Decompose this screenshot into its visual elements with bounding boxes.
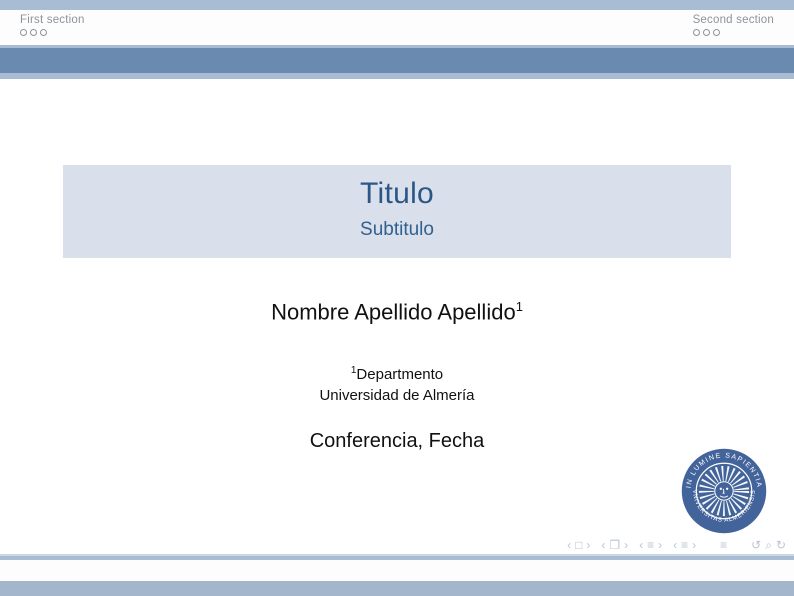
back-icon[interactable]: ↺ <box>751 539 761 551</box>
author-name-text: Nombre Apellido Apellido <box>271 299 516 324</box>
frame-dot[interactable] <box>20 29 27 36</box>
frame-dot[interactable] <box>713 29 720 36</box>
seal-face-eye <box>726 488 728 490</box>
institute-line2: Universidad de Almería <box>0 385 794 406</box>
beamer-title-slide: First section Second section Titulo Subt… <box>0 0 794 596</box>
nav-group-frame: ‹ ❐ › <box>601 539 628 551</box>
nav-group-section: ‹ ≡ › <box>673 539 696 551</box>
subsection-icon[interactable]: ≡ <box>647 539 654 551</box>
section-frame-dots <box>693 29 774 36</box>
nav-section-second[interactable]: Second section <box>693 14 774 36</box>
nav-group-presentation: ≡ <box>720 539 727 551</box>
footer-bottom-bar <box>0 581 794 596</box>
nav-group-subsection: ‹ ≡ › <box>639 539 662 551</box>
conference-date: Conferencia, Fecha <box>0 430 794 453</box>
frame-dot[interactable] <box>30 29 37 36</box>
next-subsection-icon[interactable]: › <box>658 539 662 551</box>
next-section-icon[interactable]: › <box>692 539 696 551</box>
section-icon[interactable]: ≡ <box>681 539 688 551</box>
prev-frame-icon[interactable]: ‹ <box>601 539 605 551</box>
section-label[interactable]: Second section <box>693 14 774 26</box>
slide-subtitle: Subtitulo <box>63 219 731 241</box>
seal-face-eye <box>720 488 722 490</box>
institute-department: Departmento <box>356 366 443 383</box>
frame-dot[interactable] <box>40 29 47 36</box>
section-label[interactable]: First section <box>20 14 85 26</box>
beamer-navigation-bar: ‹ □ › ‹ ❐ › ‹ ≡ › ‹ ≡ › ≡ ↺ ⌕ ↻ <box>556 539 786 551</box>
section-frame-dots <box>20 29 85 36</box>
author-name: Nombre Apellido Apellido1 <box>0 299 794 325</box>
institute-line1: 1Departmento <box>0 360 794 385</box>
universidad-almeria-seal-logo: IN LUMINE SAPIENTIA VNIVERSITAS ALMERIEN… <box>680 447 768 535</box>
header-navigation-strip: First section Second section <box>0 10 794 45</box>
slide-icon[interactable]: □ <box>575 539 582 551</box>
search-icon[interactable]: ⌕ <box>765 539 772 551</box>
prev-section-icon[interactable]: ‹ <box>673 539 677 551</box>
next-frame-icon[interactable]: › <box>624 539 628 551</box>
nav-group-history: ↺ ⌕ ↻ <box>751 539 786 551</box>
prev-slide-icon[interactable]: ‹ <box>567 539 571 551</box>
header-blue-band <box>0 48 794 73</box>
frame-dot[interactable] <box>693 29 700 36</box>
header-top-bar <box>0 0 794 10</box>
prev-subsection-icon[interactable]: ‹ <box>639 539 643 551</box>
header-bottom-line <box>0 73 794 79</box>
next-slide-icon[interactable]: › <box>586 539 590 551</box>
title-box: Titulo Subtitulo <box>63 165 731 258</box>
forward-icon[interactable]: ↻ <box>776 539 786 551</box>
presentation-icon[interactable]: ≡ <box>720 539 727 551</box>
nav-section-first[interactable]: First section <box>20 14 85 36</box>
frame-icon[interactable]: ❐ <box>609 539 620 551</box>
slide-title: Titulo <box>63 177 731 211</box>
nav-group-slide: ‹ □ › <box>567 539 590 551</box>
footer-strip: Titulo corredero Universidad de Almería <box>0 560 794 581</box>
frame-dot[interactable] <box>703 29 710 36</box>
institute-block: 1Departmento Universidad de Almería <box>0 360 794 406</box>
author-footnote-mark: 1 <box>516 299 523 314</box>
